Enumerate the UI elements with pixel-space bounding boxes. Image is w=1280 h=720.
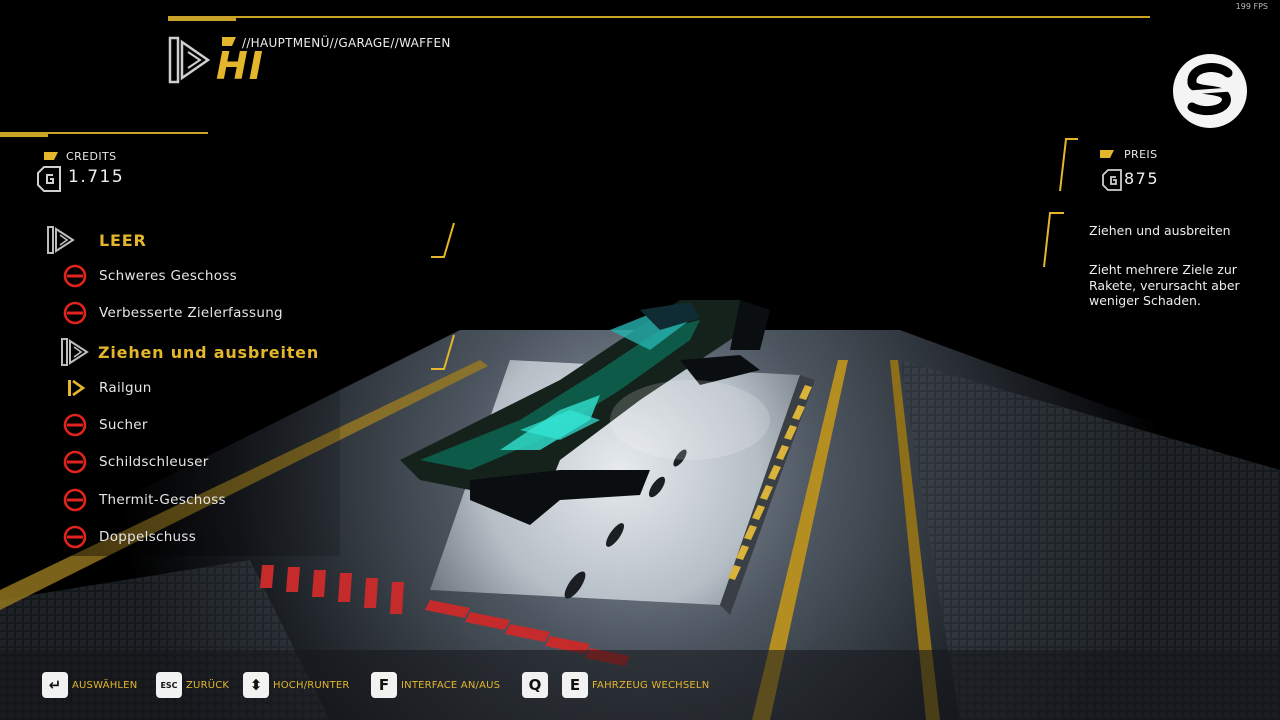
description-body: Zieht mehrere Ziele zur Rakete, verursac… bbox=[1089, 262, 1240, 308]
weapon-header-leer[interactable]: LEER bbox=[46, 225, 147, 255]
weapon-item-railgun[interactable]: Railgun bbox=[62, 375, 152, 401]
locked-icon bbox=[63, 301, 87, 325]
weapon-item-label: Schildschleuser bbox=[99, 454, 209, 470]
page-title: HI bbox=[216, 44, 264, 88]
fps-counter: 199 FPS bbox=[1235, 2, 1268, 11]
credits-value: 1.715 bbox=[68, 167, 125, 187]
locked-icon bbox=[63, 525, 87, 549]
weapon-header-label: LEER bbox=[99, 230, 147, 250]
select-control-label: AUSWÄHLEN bbox=[72, 679, 138, 691]
vehicle-switch-label: FAHRZEUG WECHSELN bbox=[592, 679, 710, 691]
q-key-icon: Q bbox=[522, 672, 548, 698]
weapon-item-doppelschuss[interactable]: Doppelschuss bbox=[62, 524, 196, 550]
f-key-icon: F bbox=[371, 672, 397, 698]
locked-icon bbox=[63, 450, 87, 474]
price-marker-icon bbox=[1100, 150, 1114, 158]
description-bracket bbox=[1043, 212, 1064, 268]
weapon-header-ziehen-und-ausbreiten[interactable]: Ziehen und ausbreiten bbox=[60, 337, 319, 367]
enter-key-icon: ↵ bbox=[42, 672, 68, 698]
credits-divider-accent bbox=[0, 132, 48, 137]
back-control-label: ZURÜCK bbox=[186, 679, 230, 691]
menu-arrow-icon bbox=[47, 226, 75, 254]
equip-arrow-icon bbox=[68, 379, 86, 397]
breadcrumb: //HAUPTMENÜ//GARAGE//WAFFEN bbox=[242, 36, 451, 50]
esc-key-icon: ESC bbox=[156, 672, 182, 698]
weapon-item-label: Doppelschuss bbox=[99, 529, 197, 545]
interface-toggle-control[interactable]: F INTERFACE AN/AUS bbox=[371, 671, 500, 699]
weapon-item-label: Verbesserte Zielerfassung bbox=[99, 305, 283, 321]
updown-control[interactable]: ⬍ HOCH/RUNTER bbox=[243, 671, 350, 699]
price-label: PREIS bbox=[1124, 148, 1158, 161]
updown-control-label: HOCH/RUNTER bbox=[273, 679, 350, 691]
header-divider-accent bbox=[168, 16, 236, 21]
slot-slash-icon bbox=[431, 222, 455, 258]
weapon-item-label: Schweres Geschoss bbox=[99, 268, 237, 284]
back-control[interactable]: ESC ZURÜCK bbox=[156, 671, 229, 699]
weapon-item-schweres-geschoss[interactable]: Schweres Geschoss bbox=[62, 263, 237, 289]
price-bracket bbox=[1059, 138, 1078, 192]
weapon-item-thermit-geschoss[interactable]: Thermit-Geschoss bbox=[62, 487, 226, 513]
price-value: 875 bbox=[1124, 169, 1160, 188]
header-divider bbox=[168, 16, 1150, 18]
vehicle-switch-control[interactable]: Q E FAHRZEUG WECHSELN bbox=[522, 671, 709, 699]
description-title: Ziehen und ausbreiten bbox=[1089, 223, 1231, 238]
credits-marker-icon bbox=[44, 152, 58, 160]
interface-toggle-label: INTERFACE AN/AUS bbox=[401, 679, 501, 691]
weapon-header-label: Ziehen und ausbreiten bbox=[98, 342, 320, 362]
weapon-item-label: Thermit-Geschoss bbox=[99, 492, 226, 508]
weapon-item-sucher[interactable]: Sucher bbox=[62, 412, 148, 438]
menu-arrow-icon bbox=[168, 36, 211, 84]
price-currency-icon bbox=[1102, 169, 1122, 191]
game-logo-icon bbox=[1173, 54, 1247, 128]
weapon-item-schildschleuser[interactable]: Schildschleuser bbox=[62, 449, 209, 475]
select-control[interactable]: ↵ AUSWÄHLEN bbox=[42, 671, 137, 699]
menu-arrow-icon bbox=[61, 338, 89, 366]
locked-icon bbox=[63, 413, 87, 437]
locked-icon bbox=[63, 264, 87, 288]
locked-icon bbox=[63, 488, 87, 512]
credits-label: CREDITS bbox=[66, 150, 117, 163]
weapon-item-verbesserte-zielerfassung[interactable]: Verbesserte Zielerfassung bbox=[62, 300, 283, 326]
credits-currency-icon bbox=[37, 166, 61, 192]
updown-key-icon: ⬍ bbox=[243, 672, 269, 698]
weapon-item-label: Railgun bbox=[99, 380, 152, 396]
e-key-icon: E bbox=[562, 672, 588, 698]
weapon-item-label: Sucher bbox=[99, 417, 148, 433]
slot-slash-icon bbox=[431, 334, 455, 370]
